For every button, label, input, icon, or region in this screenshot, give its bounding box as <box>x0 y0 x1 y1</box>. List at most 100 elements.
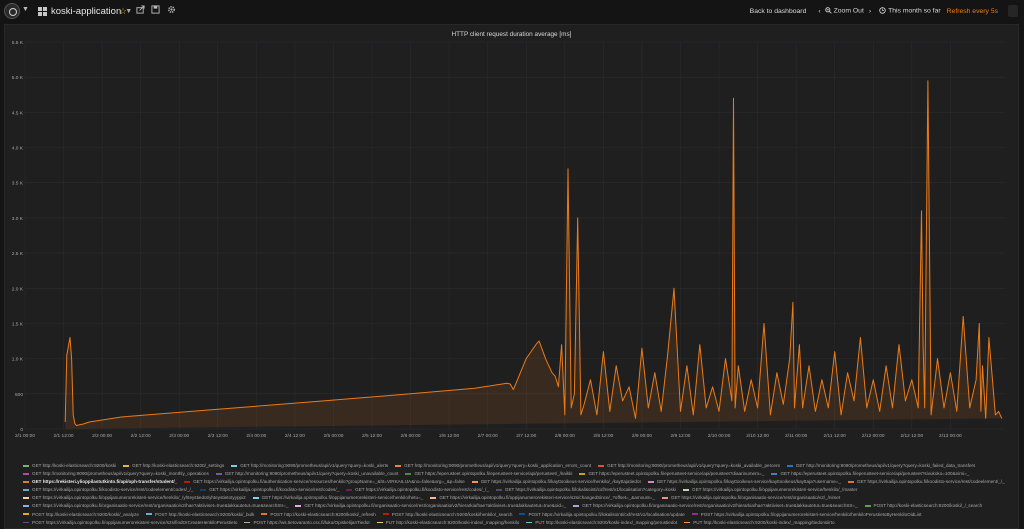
legend-label: GET https://virkailija.opintopolku.fi/or… <box>304 503 567 509</box>
chevron-left-icon[interactable]: ‹ <box>818 8 820 15</box>
gear-icon[interactable] <box>167 4 176 18</box>
legend-label: GET https://virkailija.opintopolku.fi/ko… <box>355 487 489 493</box>
y-tick-label: 4.0 K <box>12 146 24 152</box>
legend-item[interactable]: GET https://virkailija.opintopolku.fi/op… <box>252 494 423 502</box>
legend-item[interactable]: GET https://virkailija.opintopolku.fi/ko… <box>346 486 489 494</box>
legend-item[interactable]: POST https://virkailija.opintopolku.fi/l… <box>519 511 685 519</box>
legend-item[interactable]: GET http://monitoring:9090/prometheus/ap… <box>598 462 780 470</box>
x-tick-label: 2/8 12:00 <box>593 433 613 439</box>
dashboard-grid-icon <box>38 6 47 16</box>
legend-swatch <box>405 472 412 475</box>
legend-item[interactable]: GET https://eperusteet.opintopolku.fi/ep… <box>405 470 572 478</box>
y-tick-label: 500 <box>15 392 23 398</box>
legend-item[interactable]: GET http://monitoring:9090/prometheus/ap… <box>231 462 388 470</box>
legend-item[interactable]: GET http://monitoring:9090/prometheus/ap… <box>23 470 209 478</box>
y-tick-label: 5.0 K <box>12 75 24 81</box>
x-tick-label: 2/4 12:00 <box>285 433 305 439</box>
legend-swatch <box>23 497 29 500</box>
share-icon[interactable] <box>136 4 145 18</box>
star-icon[interactable]: ☆ <box>119 4 127 18</box>
legend-item[interactable]: GET https://rekisteri.ylioppilastutkinto… <box>23 478 177 486</box>
legend-label: GET http://koski-elasticsearch:9200/_set… <box>132 463 225 468</box>
legend-item[interactable]: GET https://virkailija.opintopolku.fi/ka… <box>471 478 641 486</box>
legend-item[interactable]: GET https://virkailija.opintopolku.fi/or… <box>661 494 841 502</box>
legend-item[interactable]: POST https://virkailija.opintopolku.fi/o… <box>23 519 237 527</box>
legend-label: GET http://monitoring:9090/prometheus/ap… <box>240 463 389 468</box>
legend-item[interactable]: GET https://virkailija.opintopolku.fi/or… <box>295 502 566 510</box>
x-tick-label: 2/3 00:00 <box>169 433 189 439</box>
legend-label: PUT http://koski-elasticsearch:9200/kosk… <box>693 519 835 525</box>
legend-label: GET https://virkailija.opintopolku.fi/ko… <box>856 479 1005 485</box>
legend-item[interactable]: GET https://eperusteet.opintopolku.fi/ep… <box>579 470 764 478</box>
chart-plot[interactable]: 0 500 1.0 K 1.5 K 2.0 K 2.5 K 3.0 K 3.5 K 4.0 K 4… <box>5 25 1018 440</box>
time-range-picker[interactable]: This month so far <box>879 7 941 15</box>
x-tick-label: 2/7 12:00 <box>516 433 536 439</box>
legend-label: GET https://virkailija.opintopolku.fi/lo… <box>504 487 677 493</box>
legend-label: GET http://koski-elasticsearch:9200/kosk… <box>32 463 117 468</box>
y-tick-label: 3.0 K <box>12 216 24 222</box>
legend-label: GET https://virkailija.opintopolku.fi/or… <box>582 503 858 509</box>
time-controls: Back to dashboard ‹ Zoom Out › This mont… <box>740 4 998 18</box>
legend-item[interactable]: GET https://virkailija.opintopolku.fi/ka… <box>647 478 841 486</box>
legend-item[interactable]: GET http://monitoring:9090/prometheus/ap… <box>786 462 975 470</box>
legend-item[interactable]: POST http://koski-elasticsearch:9200/kos… <box>23 511 139 519</box>
legend-item[interactable]: GET http://monitoring:9090/prometheus/ap… <box>215 470 398 478</box>
legend-item[interactable]: PUT http://koski-elasticsearch:9200/kosk… <box>526 519 677 527</box>
legend-item[interactable]: POST http://koski-elasticsearch:9200/kos… <box>145 511 254 519</box>
legend-item[interactable]: GET http://monitoring:9090/prometheus/ap… <box>395 462 591 470</box>
legend-swatch <box>647 481 654 483</box>
legend-swatch <box>598 464 605 467</box>
legend-item[interactable]: POST https://ws.tietovaranto.csc.fi/luku… <box>244 519 370 527</box>
y-tick-label: 1.0 K <box>12 357 24 363</box>
legend-label: GET https://virkailija.opintopolku.fi/ko… <box>32 487 194 493</box>
legend-item[interactable]: GET https://virkailija.opintopolku.fi/op… <box>683 486 857 494</box>
legend-label: GET http://monitoring:9090/prometheus/ap… <box>32 471 209 477</box>
legend-item[interactable]: GET https://virkailija.opintopolku.fi/lo… <box>495 486 677 494</box>
legend-item[interactable]: GET https://virkailija.opintopolku.fi/op… <box>430 494 655 502</box>
legend-item[interactable]: POST https://virkailija.opintopolku.fi/o… <box>691 511 921 519</box>
legend-item[interactable]: GET https://virkailija.opintopolku.fi/or… <box>573 502 858 510</box>
x-tick-label: 2/3 12:00 <box>208 433 228 439</box>
x-tick-label: 2/9 00:00 <box>632 433 652 439</box>
legend-item[interactable]: GET https://eperusteet.opintopolku.fi/ep… <box>771 470 969 478</box>
legend-item[interactable]: GET https://virkailija.opintopolku.fi/au… <box>184 478 465 486</box>
chevron-right-icon[interactable]: › <box>869 8 871 15</box>
legend-label: POST http://koski-elasticsearch:9200/kos… <box>32 511 139 517</box>
legend-item[interactable]: GET https://virkailija.opintopolku.fi/ko… <box>847 478 1005 486</box>
legend-item[interactable]: POST http://koski-elasticsearch:9200/kos… <box>864 502 982 510</box>
legend-item[interactable]: PUT http://koski-elasticsearch:9200/kosk… <box>684 519 835 527</box>
legend-label: GET https://eperusteet.opintopolku.fi/ep… <box>588 471 765 477</box>
legend-swatch <box>495 489 502 491</box>
legend-item[interactable]: GET http://koski-elasticsearch:9200/_set… <box>123 462 224 470</box>
top-navbar: ▼ koski-application ▼ ☆ Back to dashboar… <box>0 0 1024 22</box>
legend-item[interactable]: PUT http://koski-elasticsearch:9200/kosk… <box>376 519 519 527</box>
y-tick-label: 4.5 K <box>12 110 24 116</box>
legend-item[interactable]: GET http://koski-elasticsearch:9200/kosk… <box>23 462 116 470</box>
grafana-logo-icon[interactable] <box>4 3 20 19</box>
legend-swatch <box>184 481 191 483</box>
zoom-out-button[interactable]: Zoom Out <box>824 7 864 15</box>
legend-item[interactable]: POST http://koski-elasticsearch:9200/kos… <box>261 511 376 519</box>
time-range-label: This month so far <box>888 7 941 15</box>
legend-label: GET https://virkailija.opintopolku.fi/op… <box>439 495 655 501</box>
legend-swatch <box>579 472 586 475</box>
legend-item[interactable]: GET https://virkailija.opintopolku.fi/or… <box>23 502 288 510</box>
legend-label: GET https://virkailija.opintopolku.fi/or… <box>670 495 841 501</box>
clock-icon <box>879 7 886 15</box>
legend-item[interactable]: GET https://virkailija.opintopolku.fi/ko… <box>200 486 339 494</box>
legend-label: GET https://virkailija.opintopolku.fi/ko… <box>209 487 340 493</box>
legend-swatch <box>346 489 353 491</box>
refresh-button[interactable] <box>1008 5 1018 17</box>
chevron-down-icon[interactable]: ▼ <box>22 6 29 13</box>
legend-label: GET http://monitoring:9090/prometheus/ap… <box>607 463 780 468</box>
save-icon[interactable] <box>151 4 160 18</box>
legend-swatch <box>661 497 668 500</box>
x-tick-label: 2/9 12:00 <box>670 433 690 439</box>
legend-swatch <box>771 472 778 475</box>
legend-item[interactable]: POST http://koski-elasticsearch:9200/kos… <box>382 511 512 519</box>
legend-item[interactable]: GET https://virkailija.opintopolku.fi/ko… <box>23 486 193 494</box>
refresh-interval-button[interactable]: Refresh every 5s <box>947 8 998 15</box>
legend-swatch <box>519 513 526 516</box>
back-to-dashboard-button[interactable]: Back to dashboard <box>750 8 807 15</box>
legend-item[interactable]: GET https://virkailija.opintopolku.fi/op… <box>23 494 246 502</box>
